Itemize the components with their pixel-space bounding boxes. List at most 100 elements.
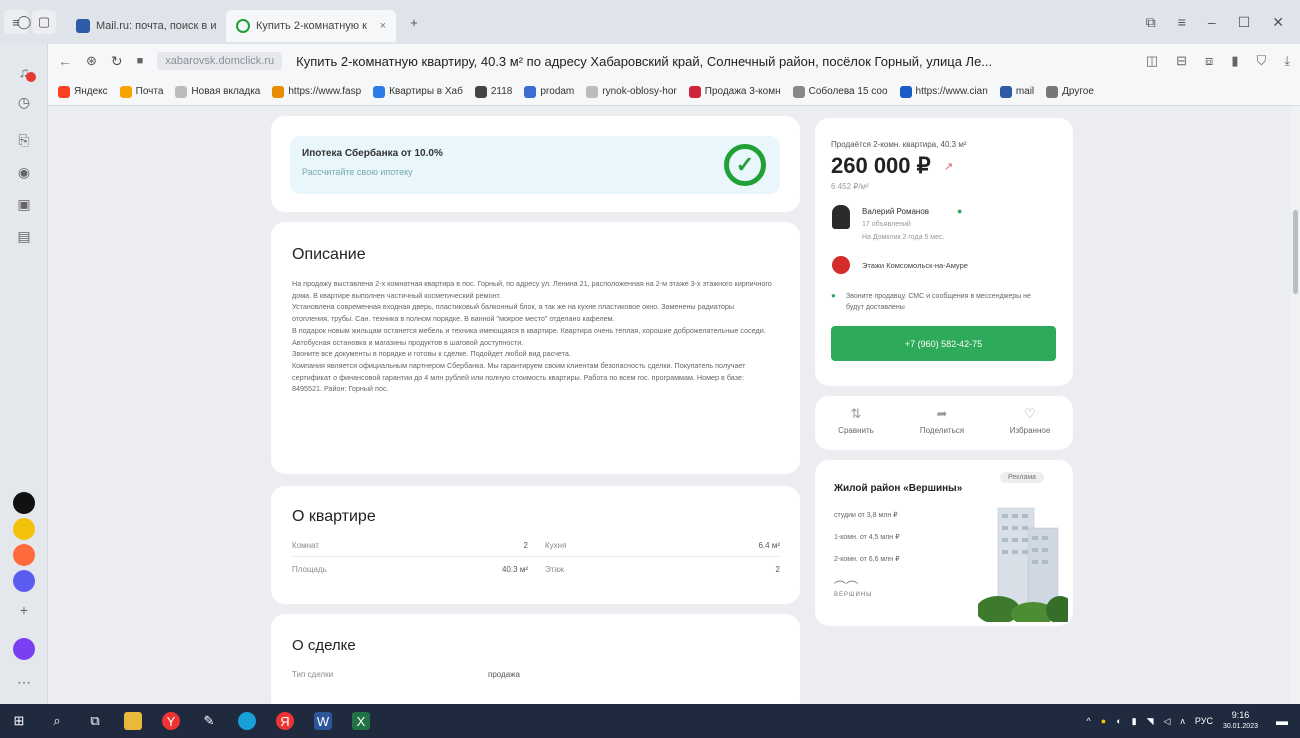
tab-domclick[interactable]: Купить 2-комнатную к × bbox=[226, 10, 396, 42]
verified-icon: ● bbox=[957, 206, 963, 216]
extensions-icon[interactable]: ⧈ bbox=[1205, 53, 1213, 69]
more-icon[interactable]: ⋯ bbox=[12, 670, 36, 694]
bookmark-item[interactable]: Квартиры в Хаб bbox=[373, 85, 463, 98]
app-black-icon[interactable] bbox=[13, 492, 35, 514]
bookmark-item[interactable]: mail bbox=[999, 85, 1034, 98]
favorite-label: Избранное bbox=[1009, 426, 1051, 435]
phone-button[interactable]: +7 (960) 582-42-75 bbox=[831, 326, 1056, 361]
app-heart-icon[interactable] bbox=[13, 544, 35, 566]
bookmark-favicon-icon bbox=[999, 85, 1012, 98]
volume-icon[interactable]: ◁ bbox=[1164, 716, 1171, 727]
close-window-icon[interactable]: ✕ bbox=[1272, 14, 1284, 31]
mortgage-subtitle[interactable]: Рассчитайте свою ипотеку bbox=[302, 167, 768, 177]
yandex-id-icon[interactable]: ⊛ bbox=[86, 53, 97, 69]
search-icon[interactable]: ⌕ bbox=[48, 712, 66, 730]
maximize-icon[interactable]: ☐ bbox=[1238, 14, 1251, 31]
clock[interactable]: 9:16 30.01.2023 bbox=[1223, 710, 1258, 732]
agent-listings[interactable]: 17 объявлений bbox=[862, 221, 911, 228]
scrollbar-thumb[interactable] bbox=[1293, 210, 1298, 294]
edge-icon[interactable] bbox=[238, 712, 256, 730]
agent-name[interactable]: Валерий Романов bbox=[862, 207, 929, 216]
bookmark-item[interactable]: Яндекс bbox=[58, 85, 108, 98]
bookmark-item[interactable]: rynok-oblosy-hor bbox=[586, 85, 677, 98]
back-icon[interactable]: ← bbox=[58, 53, 72, 69]
page-scrollbar[interactable] bbox=[1291, 106, 1300, 704]
task-view-icon[interactable]: ⧉ bbox=[86, 712, 104, 730]
download-icon[interactable]: ⤓ bbox=[1284, 53, 1290, 69]
notification-center-icon[interactable]: ▬ bbox=[1276, 714, 1288, 728]
app-feather-icon[interactable]: ✎ bbox=[200, 712, 218, 730]
bookmark-item[interactable]: 2118 bbox=[474, 85, 512, 98]
address-title[interactable]: Купить 2-комнатную квартиру, 40.3 м² по … bbox=[296, 54, 1056, 69]
reader-icon[interactable]: ◫ bbox=[1146, 53, 1158, 69]
profile-icon[interactable]: ◯ bbox=[12, 10, 36, 34]
collections-icon[interactable]: ⎘ bbox=[12, 128, 36, 152]
bookmarks-panel-icon[interactable]: ⧉ bbox=[1146, 14, 1156, 31]
yandex-browser-icon[interactable]: Y bbox=[162, 712, 180, 730]
mail-favicon-icon bbox=[76, 19, 90, 33]
bookmarks-bar: Яндекс Почта Новая вкладка https://www.fasp… bbox=[48, 78, 1300, 106]
tray-app-icon[interactable]: ● bbox=[1101, 716, 1106, 726]
yandex-icon[interactable]: Я bbox=[276, 712, 294, 730]
tab-mail[interactable]: Mail.ru: почта, поиск в ин bbox=[66, 10, 226, 42]
new-tab-icon[interactable]: + bbox=[402, 10, 426, 34]
price-trend-icon[interactable]: ↗ bbox=[944, 160, 953, 173]
address-domain[interactable]: xabarovsk.domclick.ru bbox=[157, 52, 283, 70]
area-value: 40.3 м² bbox=[502, 565, 528, 574]
protect-icon[interactable]: ⛉ bbox=[1256, 53, 1266, 69]
ad-line-2: 1-комн. от 4,5 млн ₽ bbox=[834, 534, 900, 541]
app-alice-icon[interactable] bbox=[13, 638, 35, 660]
bookmark-item[interactable]: Новая вкладка bbox=[175, 85, 260, 98]
close-tab-icon[interactable]: × bbox=[380, 20, 386, 32]
menu-icon[interactable]: ≡ bbox=[1178, 14, 1186, 30]
bookmark-item[interactable]: Продажа 3-комн bbox=[688, 85, 781, 98]
ad-line-3: 2-комн. от 6,6 млн ₽ bbox=[834, 556, 900, 563]
app-yandex-music-icon[interactable] bbox=[13, 518, 35, 540]
bookmark-favicon-icon bbox=[474, 85, 487, 98]
bookmark-item[interactable]: Другое bbox=[1046, 85, 1094, 98]
bookmark-item[interactable]: Почта bbox=[119, 85, 163, 98]
reload-icon[interactable]: ↻ bbox=[111, 53, 123, 70]
bookmark-item[interactable]: Соболева 15 соо bbox=[792, 85, 888, 98]
history-icon[interactable]: ◷ bbox=[12, 90, 36, 114]
share-icon: ➦ bbox=[936, 406, 948, 421]
language-indicator[interactable]: РУС bbox=[1195, 716, 1213, 726]
bookmark-item[interactable]: prodam bbox=[524, 85, 574, 98]
agency-name[interactable]: Этажи Комсомольск-на-Амуре bbox=[862, 261, 968, 270]
battery-icon[interactable]: ▮ bbox=[1132, 716, 1137, 727]
call-notice: Звоните продавцу. СМС и сообщения в месс… bbox=[846, 293, 1031, 311]
mortgage-banner[interactable]: Ипотека Сбербанка от 10.0% Рассчитайте с… bbox=[290, 136, 780, 194]
bookmark-item[interactable]: https://www.cian bbox=[899, 85, 988, 98]
bookmark-favicon-icon bbox=[272, 85, 285, 98]
windows-start-icon[interactable]: ⊞ bbox=[10, 712, 28, 730]
tray-sync-icon[interactable]: ◐ bbox=[1116, 716, 1121, 726]
app-purple-icon[interactable] bbox=[13, 570, 35, 592]
add-app-icon[interactable]: + bbox=[12, 598, 36, 622]
description-paragraph: Установлена современная входная дверь, п… bbox=[292, 302, 734, 324]
minimize-icon[interactable]: – bbox=[1208, 14, 1216, 30]
row-divider bbox=[292, 556, 780, 557]
screenshot-icon[interactable]: ▤ bbox=[12, 224, 36, 248]
bookmark-label: Другое bbox=[1062, 86, 1094, 97]
bookmark-icon[interactable]: ▮ bbox=[1231, 53, 1238, 69]
word-icon[interactable]: W bbox=[314, 712, 332, 730]
bookmark-favicon-icon bbox=[175, 85, 188, 98]
network-icon[interactable]: ◥ bbox=[1147, 716, 1154, 727]
share-button[interactable]: ➦ Поделиться bbox=[912, 406, 972, 435]
favorite-button[interactable]: ♡ Избранное bbox=[1000, 406, 1060, 435]
tray-expand-icon[interactable]: ^ bbox=[1087, 716, 1091, 726]
bookmark-favicon-icon bbox=[373, 85, 386, 98]
explorer-icon[interactable] bbox=[124, 712, 142, 730]
media-icon[interactable]: ◉ bbox=[12, 160, 36, 184]
bookmark-item[interactable]: https://www.fasp bbox=[272, 85, 361, 98]
translate-icon[interactable]: ⊟ bbox=[1176, 53, 1187, 69]
share-label: Поделиться bbox=[919, 426, 965, 435]
excel-icon[interactable]: X bbox=[352, 712, 370, 730]
agency-logo bbox=[832, 256, 850, 274]
deal-card bbox=[271, 614, 800, 714]
agent-avatar[interactable] bbox=[832, 205, 850, 229]
ad-badge[interactable]: Реклама bbox=[1000, 472, 1045, 483]
keyboard-icon[interactable]: ʌ bbox=[1180, 716, 1185, 726]
notes-icon[interactable]: ▣ bbox=[12, 192, 36, 216]
compare-button[interactable]: ⇅ Сравнить bbox=[826, 406, 886, 435]
